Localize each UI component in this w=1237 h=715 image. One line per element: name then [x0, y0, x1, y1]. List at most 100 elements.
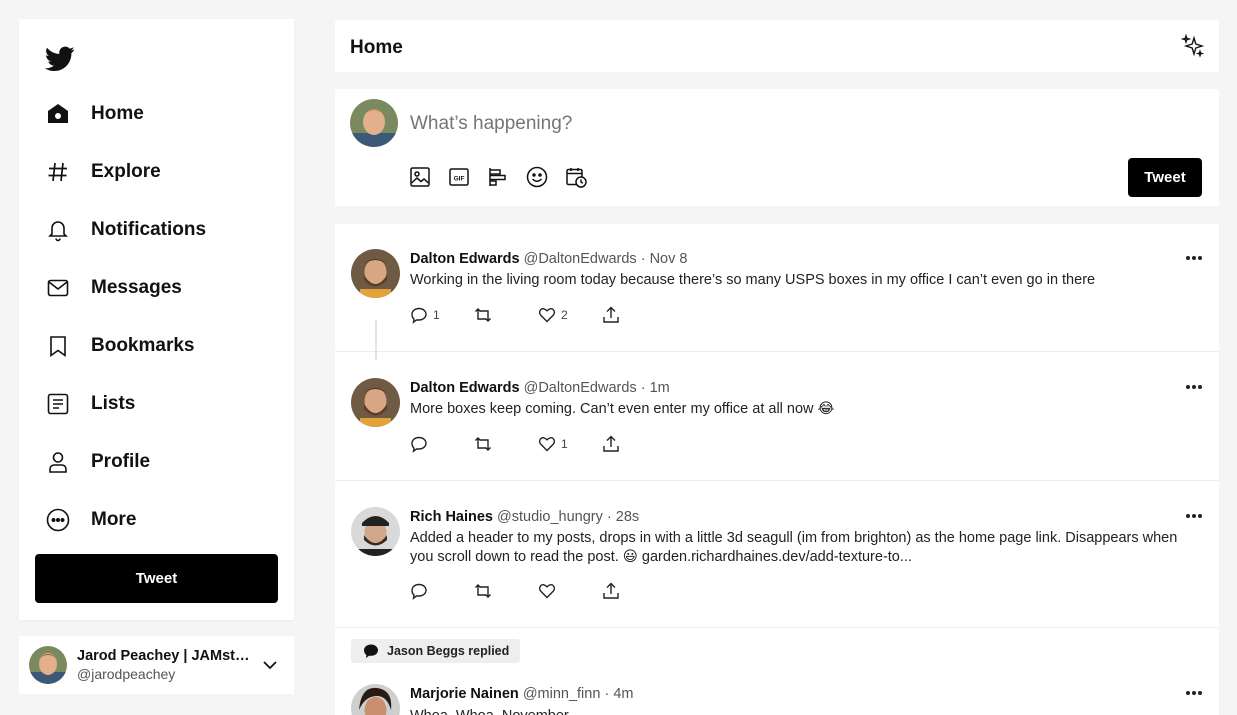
- tweet[interactable]: Dalton Edwards @DaltonEdwards · 1m More …: [335, 352, 1219, 481]
- tweet-author-handle[interactable]: @studio_hungry: [497, 509, 603, 525]
- sidebar-item-notifications[interactable]: Notifications: [45, 210, 275, 250]
- sidebar: Home Explore Notifications Messages Book…: [19, 19, 294, 620]
- sidebar-item-label: Home: [91, 103, 144, 124]
- heart-icon: [538, 437, 556, 452]
- sidebar-item-bookmarks[interactable]: Bookmarks: [45, 326, 275, 366]
- reply-button[interactable]: [410, 435, 474, 453]
- tweet-author-handle[interactable]: @minn_finn: [523, 686, 601, 702]
- like-count: 2: [561, 308, 568, 322]
- account-switcher[interactable]: Jarod Peachey | JAMstack Developer @jaro…: [19, 636, 294, 694]
- image-icon[interactable]: [409, 166, 431, 188]
- more-circle-icon: [45, 507, 71, 533]
- like-button[interactable]: 1: [538, 435, 602, 453]
- sidebar-item-more[interactable]: More: [45, 500, 275, 540]
- reply-icon: [411, 583, 427, 600]
- bell-icon: [45, 217, 71, 243]
- more-options-icon[interactable]: [1185, 513, 1203, 519]
- avatar[interactable]: [351, 684, 400, 715]
- avatar: [29, 646, 67, 684]
- tweet[interactable]: Marjorie Nainen @minn_finn · 4m Whoa. Wh…: [335, 628, 1219, 715]
- tweet-text: More boxes keep coming. Can’t even enter…: [410, 401, 835, 417]
- retweet-icon: [475, 308, 491, 322]
- heart-icon: [538, 584, 556, 599]
- user-icon: [45, 449, 71, 475]
- retweet-icon: [475, 584, 491, 598]
- tweet-text: Added a header to my posts, drops in wit…: [410, 530, 1178, 565]
- sidebar-item-label: More: [91, 509, 137, 530]
- mail-icon: [45, 275, 71, 301]
- account-name: Jarod Peachey | JAMstack Developer: [77, 648, 252, 664]
- reply-icon: [411, 307, 427, 324]
- tweet-text: Whoa. Whoa. November.: [410, 707, 1180, 715]
- share-button[interactable]: [602, 582, 666, 600]
- avatar: [350, 99, 398, 147]
- bookmark-icon: [45, 333, 71, 359]
- sidebar-item-home[interactable]: Home: [45, 94, 275, 134]
- reply-count: 1: [433, 308, 440, 322]
- retweet-button[interactable]: [474, 582, 538, 600]
- sidebar-item-label: Explore: [91, 161, 161, 182]
- avatar[interactable]: [351, 378, 400, 427]
- tweet-author-name[interactable]: Marjorie Nainen: [410, 686, 519, 702]
- share-button[interactable]: [602, 435, 666, 453]
- tweet-timestamp[interactable]: 1m: [650, 380, 670, 396]
- gif-icon[interactable]: GIF: [448, 166, 470, 188]
- sidebar-item-label: Messages: [91, 277, 182, 298]
- retweet-button[interactable]: [474, 435, 538, 453]
- reply-button[interactable]: 1: [410, 306, 474, 324]
- share-button[interactable]: [602, 306, 666, 324]
- share-icon: [603, 306, 619, 323]
- reply-button[interactable]: [410, 582, 474, 600]
- tweet-timestamp[interactable]: 28s: [616, 509, 639, 525]
- tweet-author-name[interactable]: Dalton Edwards: [410, 380, 520, 396]
- tweet-author-handle[interactable]: @DaltonEdwards: [524, 251, 637, 267]
- retweet-button[interactable]: [474, 306, 538, 324]
- sidebar-item-label: Lists: [91, 393, 136, 414]
- account-handle: @jarodpeachey: [77, 666, 176, 682]
- sidebar-item-label: Bookmarks: [91, 335, 195, 356]
- like-button[interactable]: [538, 582, 602, 600]
- separator-dot: ·: [606, 509, 612, 525]
- more-options-icon[interactable]: [1185, 384, 1203, 390]
- tweet-composer: GIF Tweet: [335, 89, 1219, 206]
- poll-icon[interactable]: [487, 166, 509, 188]
- sidebar-tweet-button[interactable]: Tweet: [35, 554, 278, 603]
- tweet-button[interactable]: Tweet: [1128, 158, 1202, 197]
- emoji-icon[interactable]: [526, 166, 548, 188]
- share-icon: [603, 435, 619, 452]
- twitter-logo-icon[interactable]: [45, 46, 75, 72]
- chevron-down-icon[interactable]: [261, 656, 279, 674]
- tweet-author-handle[interactable]: @DaltonEdwards: [524, 380, 637, 396]
- sidebar-item-profile[interactable]: Profile: [45, 442, 275, 482]
- share-icon: [603, 582, 619, 599]
- avatar[interactable]: [351, 507, 400, 556]
- tweet-author-name[interactable]: Rich Haines: [410, 509, 493, 525]
- schedule-icon[interactable]: [565, 166, 587, 188]
- sidebar-item-label: Notifications: [91, 219, 207, 240]
- separator-dot: ·: [640, 251, 646, 267]
- separator-dot: ·: [604, 686, 610, 702]
- timeline: Dalton Edwards @DaltonEdwards · Nov 8 Wo…: [335, 224, 1219, 715]
- sidebar-item-lists[interactable]: Lists: [45, 384, 275, 424]
- tweet[interactable]: Dalton Edwards @DaltonEdwards · Nov 8 Wo…: [335, 224, 1219, 360]
- like-button[interactable]: 2: [538, 306, 602, 324]
- sidebar-item-explore[interactable]: Explore: [45, 152, 275, 192]
- tweet[interactable]: Rich Haines @studio_hungry · 28s Added a…: [335, 481, 1219, 628]
- sparkle-icon[interactable]: [1181, 34, 1205, 58]
- more-options-icon[interactable]: [1185, 255, 1203, 261]
- reply-icon: [411, 436, 427, 453]
- tweet-timestamp[interactable]: Nov 8: [650, 251, 688, 267]
- tweet-author-name[interactable]: Dalton Edwards: [410, 251, 520, 267]
- more-options-icon[interactable]: [1185, 690, 1203, 696]
- tweet-text: Working in the living room today because…: [410, 272, 1096, 288]
- list-icon: [45, 391, 71, 417]
- separator-dot: ·: [640, 380, 646, 396]
- like-count: 1: [561, 437, 568, 451]
- heart-icon: [538, 308, 556, 323]
- sidebar-item-messages[interactable]: Messages: [45, 268, 275, 308]
- home-icon: [45, 101, 71, 127]
- avatar[interactable]: [351, 249, 400, 298]
- tweet-timestamp[interactable]: 4m: [613, 686, 633, 702]
- tweet-input[interactable]: [410, 113, 1110, 135]
- hashtag-icon: [45, 159, 71, 185]
